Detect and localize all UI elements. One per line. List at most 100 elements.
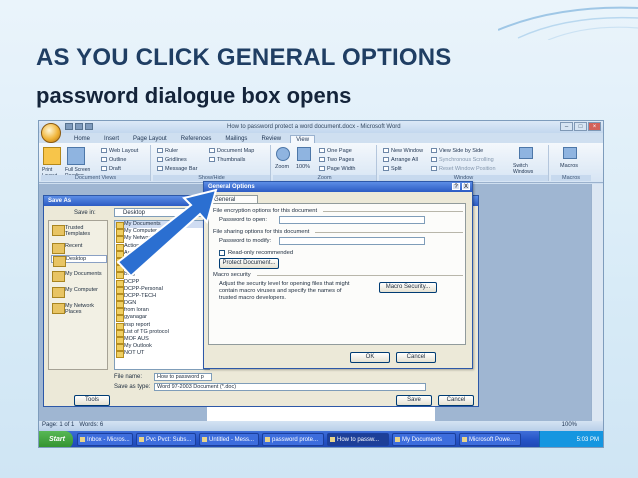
file-name-label: File name: xyxy=(114,374,143,380)
list-item[interactable]: DCPP-TECH xyxy=(115,293,209,302)
list-item[interactable]: Aud.calls xyxy=(115,250,209,258)
list-item[interactable]: Blog xyxy=(115,271,209,280)
split-label: Split xyxy=(391,166,402,172)
switch-windows-button[interactable]: Switch Windows xyxy=(513,163,547,175)
sync-scrolling-button[interactable]: Synchronous Scrolling xyxy=(431,157,494,163)
quick-access-toolbar xyxy=(65,123,93,130)
list-item[interactable]: NOT UT xyxy=(115,350,209,359)
redo-icon[interactable] xyxy=(85,123,93,130)
minimize-icon[interactable]: – xyxy=(560,122,573,131)
macros-button[interactable]: Macros xyxy=(560,163,578,169)
place-trusted-templates[interactable]: Trusted Templates xyxy=(51,225,107,237)
password-open-input[interactable] xyxy=(279,216,425,224)
page-width-button[interactable]: Page Width xyxy=(319,166,355,172)
new-window-button[interactable]: New Window xyxy=(383,148,423,154)
print-layout-icon[interactable] xyxy=(43,147,61,165)
reset-window-button[interactable]: Reset Window Position xyxy=(431,166,496,172)
list-item[interactable]: My Outlook xyxy=(115,343,209,352)
full-screen-icon[interactable] xyxy=(67,147,85,165)
general-options-dialog: General Options ? X General Options File… xyxy=(203,181,473,369)
password-modify-input[interactable] xyxy=(279,237,425,245)
taskbar-item[interactable]: Inbox - Micros... xyxy=(77,433,133,446)
taskbar-item[interactable]: password prote... xyxy=(262,433,324,446)
list-item[interactable]: My Network Places xyxy=(115,235,209,244)
list-item[interactable]: Action xyxy=(115,243,209,251)
list-item[interactable]: DCPP xyxy=(115,279,209,287)
gridlines-checkbox[interactable]: Gridlines xyxy=(157,157,187,163)
start-button[interactable]: Start xyxy=(39,431,73,447)
file-list: My Documents My Computer My Network Plac… xyxy=(114,220,210,370)
zoom-button[interactable]: Zoom xyxy=(275,164,289,170)
close-button[interactable]: X xyxy=(462,183,470,190)
maximize-icon[interactable]: □ xyxy=(574,122,587,131)
cancel-button[interactable]: Cancel xyxy=(396,352,436,363)
list-item[interactable]: from loran xyxy=(115,307,209,316)
word-screenshot: How to password protect a word document.… xyxy=(38,120,604,448)
list-item[interactable]: My Computer xyxy=(115,228,209,237)
cancel-button[interactable]: Cancel xyxy=(438,395,474,406)
place-my-computer[interactable]: My Computer xyxy=(51,287,107,298)
help-button[interactable]: ? xyxy=(452,183,460,190)
read-only-checkbox[interactable] xyxy=(219,250,225,256)
taskbar-item[interactable]: Microsoft Powe... xyxy=(459,433,521,446)
vertical-scrollbar[interactable] xyxy=(591,184,603,421)
message-bar-label: Message Bar xyxy=(165,166,198,172)
list-item[interactable]: gyanagar xyxy=(115,314,209,323)
message-bar-checkbox[interactable]: Message Bar xyxy=(157,166,197,172)
zoom-icon[interactable] xyxy=(276,147,290,161)
list-item[interactable]: List of TG protocol xyxy=(115,329,209,338)
list-item[interactable]: DGN xyxy=(115,300,209,309)
divider xyxy=(315,232,463,233)
taskbar-item-active[interactable]: How to passw... xyxy=(327,433,389,446)
taskbar-item[interactable]: Pvc Pvct: Subs... xyxy=(136,433,196,446)
draft-label: Draft xyxy=(109,166,121,172)
taskbar-item[interactable]: My Documents xyxy=(392,433,456,446)
thumbnails-checkbox[interactable]: Thumbnails xyxy=(209,157,245,163)
view-side-by-side-button[interactable]: View Side by Side xyxy=(431,148,483,154)
draft-button[interactable]: Draft xyxy=(101,166,121,172)
undo-icon[interactable] xyxy=(75,123,83,130)
list-item[interactable]: My Documents xyxy=(115,221,209,230)
clock: 5:03 PM xyxy=(576,437,599,443)
place-desktop[interactable]: Desktop xyxy=(51,255,107,267)
page-width-label: Page Width xyxy=(327,166,356,172)
place-my-documents[interactable]: My Documents xyxy=(51,271,107,282)
outline-button[interactable]: Outline xyxy=(101,157,126,163)
zoom-100-button[interactable]: 100% xyxy=(296,164,310,170)
document-map-checkbox[interactable]: Document Map xyxy=(209,148,254,154)
save-button[interactable]: Save xyxy=(396,395,432,406)
split-button[interactable]: Split xyxy=(383,166,402,172)
word-count: Words: 6 xyxy=(79,422,104,428)
macros-icon[interactable] xyxy=(563,147,577,159)
macro-security-button[interactable]: Macro Security... xyxy=(379,282,437,293)
taskbar-item[interactable]: Untitled - Mess... xyxy=(199,433,259,446)
list-item[interactable]: DCPP-Personal xyxy=(115,286,209,294)
close-icon[interactable]: × xyxy=(588,122,601,131)
save-icon[interactable] xyxy=(65,123,73,130)
divider xyxy=(257,275,463,276)
protect-document-button[interactable]: Protect Document... xyxy=(219,258,279,269)
zoom-100-icon[interactable] xyxy=(297,147,311,161)
tools-button[interactable]: Tools xyxy=(74,395,110,406)
taskbar: Start Inbox - Micros... Pvc Pvct: Subs..… xyxy=(39,431,603,447)
file-name-input[interactable]: How to password p xyxy=(154,373,212,381)
list-item[interactable]: insp report xyxy=(115,322,209,330)
save-type-select[interactable]: Word 97-2003 Document (*.doc) xyxy=(154,383,426,391)
general-options-title: General Options xyxy=(204,182,472,192)
two-pages-button[interactable]: Two Pages xyxy=(319,157,354,163)
place-my-network-places[interactable]: My Network Places xyxy=(51,303,107,315)
ok-button[interactable]: OK xyxy=(350,352,390,363)
status-zoom[interactable]: 100% xyxy=(562,422,577,428)
place-recent[interactable]: Recent xyxy=(51,243,107,254)
one-page-button[interactable]: One Page xyxy=(319,148,352,154)
ruler-checkbox[interactable]: Ruler xyxy=(157,148,178,154)
web-layout-button[interactable]: Web Layout xyxy=(101,148,138,154)
switch-windows-icon[interactable] xyxy=(519,147,533,159)
status-bar: Page: 1 of 1 Words: 6 100% xyxy=(39,421,603,431)
list-item[interactable]: bb xyxy=(115,257,209,266)
office-button[interactable] xyxy=(41,123,61,143)
group-show-hide: Ruler Gridlines Message Bar Document Map… xyxy=(153,145,271,181)
list-item[interactable]: MOF AUS xyxy=(115,336,209,345)
list-item[interactable]: bcp xyxy=(115,264,209,273)
arrange-all-button[interactable]: Arrange All xyxy=(383,157,418,163)
